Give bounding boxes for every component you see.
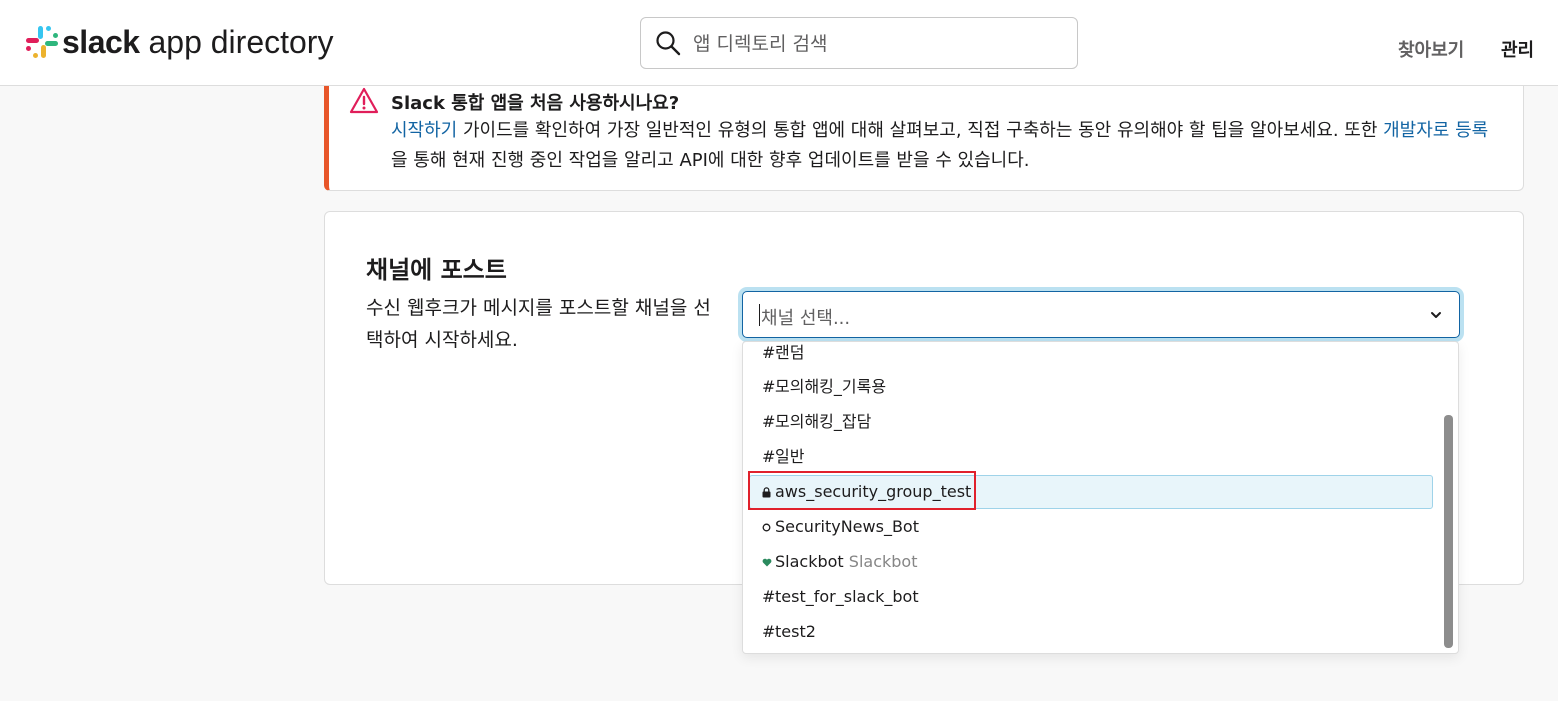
channel-option-label: aws_security_group_test [775,482,972,501]
nav-manage-link[interactable]: 관리 [1501,36,1534,62]
hash-icon: # [762,622,776,641]
hash-icon: # [762,447,776,466]
alert-text-1: 가이드를 확인하여 가장 일반적인 유형의 통합 앱에 대해 살펴보고, 직접 … [457,120,1384,141]
channel-option-sublabel: Slackbot [848,552,918,571]
lock-icon [762,476,775,508]
channel-option-selected[interactable]: aws_security_group_test [749,475,1433,509]
top-header: slack app directory 찾아보기 관리 [0,0,1558,86]
channel-select-placeholder: 채널 선택... [761,308,851,329]
getting-started-link[interactable]: 시작하기 [391,120,457,141]
channel-option-label: 일반 [775,447,805,466]
dropdown-scrollbar[interactable] [1444,415,1453,648]
alert-title: Slack 통합 앱을 처음 사용하시나요? [391,93,680,114]
channel-option[interactable]: #test_for_slack_bot [749,580,1433,614]
brand-title[interactable]: slack app directory [62,22,333,62]
chevron-down-icon[interactable] [1429,308,1443,322]
channel-option[interactable]: #일반 [749,440,1433,474]
channel-option[interactable]: #모의해킹_기록용 [749,370,1433,404]
alert-text-2: 을 통해 현재 진행 중인 작업을 알리고 API에 대한 향후 업데이트를 받… [391,150,1030,171]
channel-option-label: 모의해킹_기록용 [775,377,887,396]
slack-logo-icon[interactable] [26,26,58,58]
channel-select[interactable]: 채널 선택... [742,291,1460,338]
hash-icon: # [762,412,776,431]
channel-option[interactable]: #랜덤 [749,342,1433,370]
channel-option-label: test_for_slack_bot [775,587,919,606]
card-title: 채널에 포스트 [366,256,507,284]
channel-option[interactable]: #모의해킹_잡담 [749,405,1433,439]
card-description: 수신 웹후크가 메시지를 포스트할 채널을 선택하여 시작하세요. [366,297,711,351]
register-developer-link[interactable]: 개발자로 등록 [1383,120,1488,141]
brand-bold: slack [62,24,140,60]
channel-option-label: Slackbot [775,552,844,571]
nav-browse-link[interactable]: 찾아보기 [1398,36,1464,62]
channel-option[interactable]: Slackbot Slackbot [749,545,1433,579]
channel-option-label: SecurityNews_Bot [775,517,919,536]
brand-rest: app directory [139,24,334,60]
channel-dropdown-list[interactable]: #랜덤 #모의해킹_기록용 #모의해킹_잡담 #일반 aws_security_… [742,341,1459,654]
text-cursor [759,304,760,326]
channel-option[interactable]: #test2 [749,615,1433,649]
status-circle-icon [762,510,775,544]
search-icon [656,31,681,56]
channel-option-label: 모의해킹_잡담 [775,412,872,431]
search-box[interactable] [640,17,1078,69]
alert-body: 시작하기 가이드를 확인하여 가장 일반적인 유형의 통합 앱에 대해 살펴보고… [391,116,1501,176]
hash-icon: # [762,343,776,362]
hash-icon: # [762,587,776,606]
channel-option-label: 랜덤 [775,343,805,362]
heart-icon [762,545,775,579]
info-alert: Slack 통합 앱을 처음 사용하시나요? 시작하기 가이드를 확인하여 가장… [324,86,1524,191]
warning-icon [349,87,379,114]
search-input[interactable] [691,28,1065,60]
hash-icon: # [762,377,776,396]
channel-option[interactable]: SecurityNews_Bot [749,510,1433,544]
channel-option-label: test2 [775,622,816,641]
